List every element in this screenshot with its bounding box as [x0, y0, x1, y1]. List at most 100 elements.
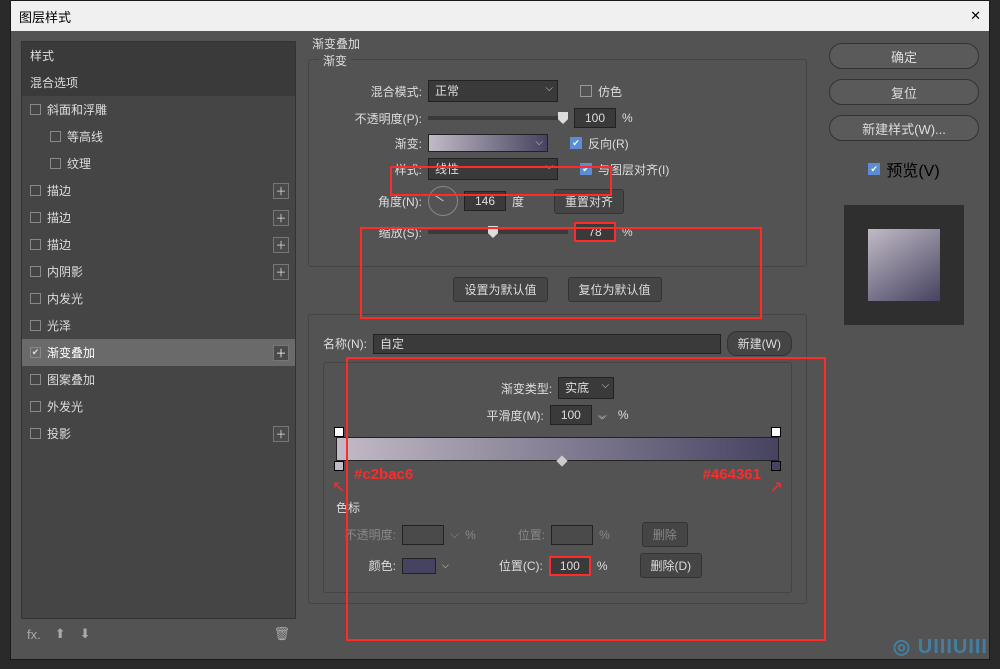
- plus-icon[interactable]: ＋: [273, 210, 289, 226]
- checkbox[interactable]: [50, 158, 61, 169]
- sidebar-item-0[interactable]: 斜面和浮雕: [22, 96, 295, 123]
- sidebar-item-5[interactable]: 描边＋: [22, 231, 295, 258]
- checkbox[interactable]: [50, 131, 61, 142]
- scale-slider[interactable]: [428, 230, 568, 234]
- dither-label: 仿色: [598, 83, 622, 100]
- blend-label: 混合模式:: [327, 83, 422, 100]
- section-title: 渐变叠加: [312, 35, 360, 52]
- cancel-button[interactable]: 复位: [829, 79, 979, 105]
- stop-pos-input: [551, 525, 593, 545]
- sidebar-header-blend[interactable]: 混合选项: [22, 69, 295, 96]
- reset-default-button[interactable]: 复位为默认值: [568, 277, 662, 302]
- sidebar-item-2[interactable]: 纹理: [22, 150, 295, 177]
- plus-icon[interactable]: ＋: [273, 183, 289, 199]
- reverse-checkbox[interactable]: [570, 137, 582, 149]
- main-panel: 渐变叠加 渐变 混合模式: 正常 仿色 不透明度(P): % 渐变: [296, 31, 819, 659]
- checkbox[interactable]: [30, 266, 41, 277]
- sidebar-footer: fx. ⬆ ⬇ 🗑: [21, 619, 296, 649]
- gradient-panel: 渐变 混合模式: 正常 仿色 不透明度(P): % 渐变:: [308, 59, 807, 267]
- arrow-left-icon: ↖: [332, 477, 345, 497]
- preview-checkbox[interactable]: [868, 163, 880, 175]
- name-input[interactable]: [373, 334, 721, 354]
- reverse-label: 反向(R): [588, 135, 629, 152]
- align-checkbox[interactable]: [580, 163, 592, 175]
- sidebar-item-8[interactable]: 光泽: [22, 312, 295, 339]
- plus-icon[interactable]: ＋: [273, 345, 289, 361]
- watermark: ◎ UIIIUIII: [893, 634, 988, 659]
- titlebar: 图层样式 ✕: [11, 1, 989, 31]
- align-label: 与图层对齐(I): [598, 161, 669, 178]
- checkbox[interactable]: [30, 374, 41, 385]
- dither-checkbox[interactable]: [580, 85, 592, 97]
- style-select[interactable]: 线性: [428, 158, 558, 180]
- sidebar-item-12[interactable]: 投影＋: [22, 420, 295, 447]
- fx-icon[interactable]: fx.: [27, 627, 41, 642]
- new-style-button[interactable]: 新建样式(W)...: [829, 115, 979, 141]
- styles-sidebar: 样式 混合选项 斜面和浮雕等高线纹理描边＋描边＋描边＋内阴影＋内发光光泽渐变叠加…: [11, 31, 296, 659]
- opacity-slider[interactable]: [428, 116, 568, 120]
- checkbox[interactable]: [30, 293, 41, 304]
- plus-icon[interactable]: ＋: [273, 237, 289, 253]
- delete-opacity-button: 删除: [642, 522, 688, 547]
- checkbox[interactable]: [30, 401, 41, 412]
- up-icon[interactable]: ⬆: [55, 626, 66, 642]
- sidebar-item-6[interactable]: 内阴影＋: [22, 258, 295, 285]
- window-title: 图层样式: [19, 7, 71, 26]
- opacity-input[interactable]: [574, 108, 616, 128]
- delete-color-button[interactable]: 删除(D): [640, 553, 703, 578]
- angle-label: 角度(N):: [327, 193, 422, 210]
- plus-icon[interactable]: ＋: [273, 264, 289, 280]
- trash-icon[interactable]: 🗑: [273, 626, 290, 642]
- sidebar-item-10[interactable]: 图案叠加: [22, 366, 295, 393]
- sidebar-item-1[interactable]: 等高线: [22, 123, 295, 150]
- name-label: 名称(N):: [323, 335, 367, 352]
- checkbox[interactable]: [30, 212, 41, 223]
- dialog-window: 图层样式 ✕ 样式 混合选项 斜面和浮雕等高线纹理描边＋描边＋描边＋内阴影＋内发…: [10, 0, 990, 660]
- arrow-right-icon: ↗: [770, 477, 783, 497]
- stop-opacity-input: [402, 525, 444, 545]
- checkbox[interactable]: [30, 239, 41, 250]
- make-default-button[interactable]: 设置为默认值: [453, 277, 547, 302]
- checkbox[interactable]: [30, 347, 41, 358]
- scale-label: 缩放(S):: [327, 224, 422, 241]
- angle-dial[interactable]: [428, 186, 458, 216]
- stops-label: 色标: [336, 499, 779, 516]
- checkbox[interactable]: [30, 428, 41, 439]
- sidebar-header-styles[interactable]: 样式: [22, 42, 295, 69]
- styles-list: 样式 混合选项 斜面和浮雕等高线纹理描边＋描边＋描边＋内阴影＋内发光光泽渐变叠加…: [21, 41, 296, 619]
- down-icon[interactable]: ⬇: [80, 626, 91, 642]
- right-panel: 确定 复位 新建样式(W)... 预览(V): [819, 31, 989, 659]
- color-swatch[interactable]: [402, 558, 436, 574]
- grad-type-select[interactable]: 实底: [558, 377, 614, 399]
- hex-right: #464361: [703, 466, 761, 483]
- blend-mode-select[interactable]: 正常: [428, 80, 558, 102]
- close-icon[interactable]: ✕: [970, 8, 981, 24]
- grad-type-label: 渐变类型:: [501, 380, 552, 397]
- checkbox[interactable]: [30, 104, 41, 115]
- checkbox[interactable]: [30, 185, 41, 196]
- plus-icon[interactable]: ＋: [273, 426, 289, 442]
- checkbox[interactable]: [30, 320, 41, 331]
- new-button[interactable]: 新建(W): [727, 331, 792, 356]
- sidebar-item-4[interactable]: 描边＋: [22, 204, 295, 231]
- sidebar-item-7[interactable]: 内发光: [22, 285, 295, 312]
- scale-input[interactable]: [574, 222, 616, 242]
- style-label: 样式:: [327, 161, 422, 178]
- preview-box: [844, 205, 964, 325]
- smooth-input[interactable]: [550, 405, 592, 425]
- subsection-label: 渐变: [319, 52, 351, 69]
- smooth-label: 平滑度(M):: [487, 407, 544, 424]
- opacity-label: 不透明度(P):: [327, 110, 422, 127]
- gradient-picker[interactable]: [428, 134, 548, 152]
- ok-button[interactable]: 确定: [829, 43, 979, 69]
- reset-align-button[interactable]: 重置对齐: [554, 189, 624, 214]
- angle-input[interactable]: [464, 191, 506, 211]
- gradient-editor: 名称(N): 新建(W) 渐变类型: 实底 平滑度(M): ⌵ %: [308, 314, 807, 604]
- sidebar-item-9[interactable]: 渐变叠加＋: [22, 339, 295, 366]
- hex-left: #c2bac6: [354, 466, 413, 483]
- gradient-bar[interactable]: #c2bac6 #464361 ↖ ↗: [336, 437, 779, 461]
- gradient-label: 渐变:: [327, 135, 422, 152]
- color-pos-input[interactable]: [549, 556, 591, 576]
- sidebar-item-3[interactable]: 描边＋: [22, 177, 295, 204]
- sidebar-item-11[interactable]: 外发光: [22, 393, 295, 420]
